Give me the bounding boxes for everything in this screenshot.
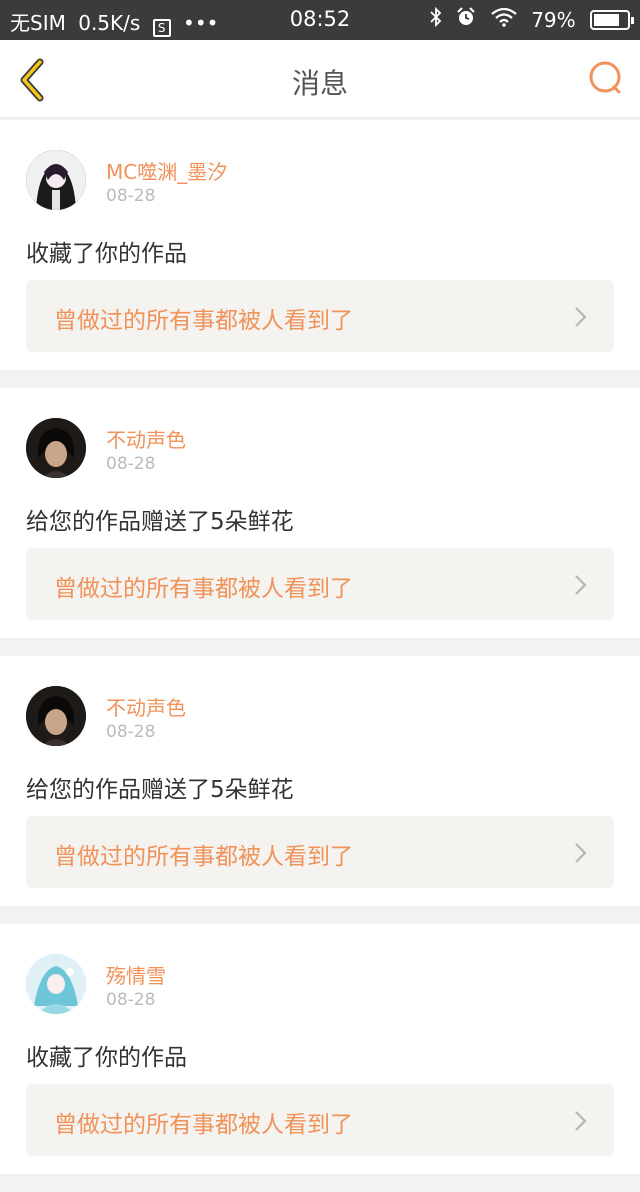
wifi-icon (491, 7, 523, 32)
battery-icon (590, 10, 634, 30)
message-card: 不动声色 08-28 给您的作品赠送了5朵鲜花 曾做过的所有事都被人看到了 (0, 388, 640, 638)
message-card: 不动声色 08-28 给您的作品赠送了5朵鲜花 曾做过的所有事都被人看到了 (0, 656, 640, 906)
username[interactable]: MC噬渊_墨汐 (106, 156, 227, 185)
message-card: MC噬渊_墨汐 08-28 收藏了你的作品 曾做过的所有事都被人看到了 (0, 120, 640, 370)
page-title: 消息 (291, 67, 348, 100)
status-bar: 无SIM 0.5K/s S ••• 08:52 79% (0, 0, 640, 40)
message-action: 给您的作品赠送了5朵鲜花 (26, 777, 294, 803)
work-link[interactable]: 曾做过的所有事都被人看到了 (26, 1084, 614, 1156)
nav-bar: 消息 (0, 40, 640, 118)
avatar[interactable] (26, 686, 86, 746)
search-icon (589, 61, 621, 94)
work-link[interactable]: 曾做过的所有事都被人看到了 (26, 280, 614, 352)
message-action: 给您的作品赠送了5朵鲜花 (26, 509, 294, 535)
username[interactable]: 不动声色 (106, 692, 186, 721)
avatar[interactable] (26, 418, 86, 478)
message-date: 08-28 (106, 186, 156, 206)
work-title: 曾做过的所有事都被人看到了 (54, 308, 353, 334)
username[interactable]: 不动声色 (106, 424, 186, 453)
alarm-icon (456, 7, 482, 32)
chevron-right-icon (575, 1111, 587, 1131)
battery-percent: 79% (531, 8, 576, 32)
username[interactable]: 殇情雪 (106, 960, 166, 989)
message-list: MC噬渊_墨汐 08-28 收藏了你的作品 曾做过的所有事都被人看到了 不动声色… (0, 120, 640, 1192)
message-date: 08-28 (106, 454, 156, 474)
work-title: 曾做过的所有事都被人看到了 (54, 1112, 353, 1138)
work-link[interactable]: 曾做过的所有事都被人看到了 (26, 548, 614, 620)
work-link[interactable]: 曾做过的所有事都被人看到了 (26, 816, 614, 888)
chevron-right-icon (575, 843, 587, 863)
work-title: 曾做过的所有事都被人看到了 (54, 576, 353, 602)
work-title: 曾做过的所有事都被人看到了 (54, 844, 353, 870)
bluetooth-icon (430, 6, 448, 32)
status-right: 79% (422, 6, 634, 32)
avatar[interactable] (26, 150, 86, 210)
message-date: 08-28 (106, 990, 156, 1010)
message-action: 收藏了你的作品 (26, 241, 187, 267)
avatar[interactable] (26, 954, 86, 1014)
search-button[interactable] (588, 60, 624, 96)
message-action: 收藏了你的作品 (26, 1045, 187, 1071)
chevron-right-icon (575, 307, 587, 327)
message-date: 08-28 (106, 722, 156, 742)
message-card: 殇情雪 08-28 收藏了你的作品 曾做过的所有事都被人看到了 (0, 924, 640, 1174)
chevron-right-icon (575, 575, 587, 595)
